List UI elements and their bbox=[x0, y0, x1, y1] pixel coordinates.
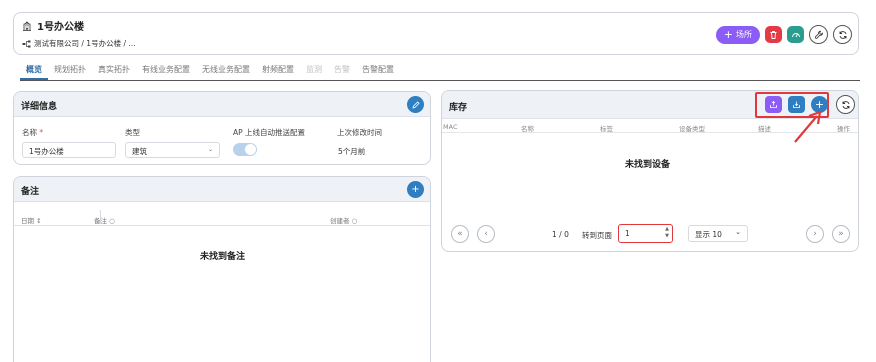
chevron-down-icon: ⌄ bbox=[207, 146, 213, 153]
notes-title: 备注 bbox=[21, 187, 40, 197]
trash-icon bbox=[770, 31, 777, 39]
building-icon bbox=[23, 20, 31, 31]
plus-icon: + bbox=[411, 184, 420, 195]
sort-icon: ○ bbox=[109, 217, 115, 225]
column-header-date[interactable]: 日期 ↕ bbox=[21, 215, 42, 225]
site-header: 1号办公楼 测试有限公司 / 1号办公楼 / ... + 场所 bbox=[13, 12, 859, 55]
column-header-note[interactable]: 备注 ○ bbox=[94, 215, 115, 225]
required-mark: * bbox=[39, 128, 44, 137]
add-site-label: 场所 bbox=[736, 30, 752, 39]
add-site-button[interactable]: + 场所 bbox=[715, 25, 760, 44]
refresh-icon bbox=[842, 100, 849, 109]
page-info: 1 / 0 bbox=[552, 230, 569, 239]
last-modified-value: 5个月前 bbox=[338, 147, 366, 156]
gauge-icon bbox=[791, 33, 800, 38]
delete-site-button[interactable] bbox=[765, 26, 782, 43]
detail-card-header: 详细信息 bbox=[14, 92, 430, 117]
spinner-icon[interactable]: ▲ ▼ bbox=[665, 226, 669, 240]
name-label: 名称 * bbox=[22, 128, 44, 137]
header-actions: + 场所 bbox=[715, 25, 852, 44]
edit-detail-button[interactable] bbox=[407, 96, 424, 113]
sort-icon: ↕ bbox=[36, 217, 42, 225]
type-label: 类型 bbox=[125, 128, 140, 137]
page-size-select[interactable]: 显示 10 ⌄ bbox=[688, 225, 748, 242]
notes-header-divider bbox=[14, 225, 430, 226]
type-select[interactable]: 建筑 ⌄ bbox=[125, 142, 220, 158]
tab-alarms: 告警 bbox=[334, 65, 350, 74]
goto-page-input[interactable]: 1 ▲ ▼ bbox=[618, 224, 673, 243]
next-page-button[interactable]: › bbox=[806, 225, 824, 243]
tab-wired-config[interactable]: 有线业务配置 bbox=[136, 63, 196, 80]
first-page-button[interactable]: « bbox=[451, 225, 469, 243]
plus-icon: + bbox=[723, 27, 733, 41]
column-header-mac[interactable]: MAC bbox=[443, 123, 457, 131]
refresh-button[interactable] bbox=[833, 25, 852, 44]
dashboard-button[interactable] bbox=[787, 26, 804, 43]
last-modified-label: 上次修改时间 bbox=[337, 128, 382, 137]
inventory-refresh-button[interactable] bbox=[836, 95, 855, 114]
annotation-arrow-icon bbox=[794, 110, 822, 143]
goto-page-label: 转到页面 bbox=[582, 231, 612, 240]
tab-overview[interactable]: 概览 bbox=[20, 63, 48, 80]
tab-real-topology[interactable]: 真实拓扑 bbox=[92, 63, 136, 80]
export-icon bbox=[770, 100, 777, 108]
pencil-icon bbox=[411, 100, 420, 109]
detail-card: 详细信息 名称 * 1号办公楼 类型 建筑 ⌄ AP 上线自动推送配置 上次修改… bbox=[13, 91, 431, 165]
double-chevron-left-icon: « bbox=[457, 229, 463, 239]
site-title: 1号办公楼 bbox=[22, 18, 84, 33]
inventory-title: 库存 bbox=[449, 103, 468, 113]
page-size-value: 显示 10 bbox=[695, 230, 722, 239]
chevron-left-icon: ‹ bbox=[484, 229, 488, 239]
site-title-text: 1号办公楼 bbox=[37, 22, 84, 33]
refresh-icon bbox=[839, 30, 846, 39]
last-page-button[interactable]: » bbox=[832, 225, 850, 243]
column-header-creator[interactable]: 创建者 ○ bbox=[330, 215, 357, 225]
tab-monitoring: 监测 bbox=[306, 65, 322, 74]
sitemap-icon bbox=[22, 40, 31, 47]
tab-bar: 概览 规划拓扑 真实拓扑 有线业务配置 无线业务配置 射频配置 监测 告警 告警… bbox=[20, 63, 860, 81]
tab-planned-topology[interactable]: 规划拓扑 bbox=[48, 63, 92, 80]
wrench-icon bbox=[814, 30, 823, 39]
double-chevron-right-icon: » bbox=[838, 229, 844, 239]
inventory-empty-message: 未找到设备 bbox=[625, 160, 671, 170]
chevron-down-icon: ⌄ bbox=[735, 228, 741, 236]
type-select-value: 建筑 bbox=[132, 147, 147, 156]
ap-auto-push-toggle[interactable] bbox=[233, 143, 257, 156]
ap-auto-push-label: AP 上线自动推送配置 bbox=[233, 128, 306, 137]
column-divider bbox=[100, 210, 101, 224]
tools-button[interactable] bbox=[809, 25, 828, 44]
add-note-button[interactable]: + bbox=[407, 181, 424, 198]
goto-page-value: 1 bbox=[625, 229, 630, 238]
toggle-knob bbox=[245, 144, 256, 155]
notes-empty-message: 未找到备注 bbox=[200, 252, 246, 262]
chevron-right-icon: › bbox=[813, 229, 817, 239]
tab-wireless-config[interactable]: 无线业务配置 bbox=[196, 63, 256, 80]
export-button[interactable] bbox=[765, 96, 782, 113]
sort-icon: ○ bbox=[351, 217, 358, 225]
tab-alarm-config[interactable]: 告警配置 bbox=[356, 63, 400, 80]
notes-card-header: 备注 + bbox=[14, 177, 430, 202]
prev-page-button[interactable]: ‹ bbox=[477, 225, 495, 243]
tab-rf-config[interactable]: 射频配置 bbox=[256, 63, 300, 80]
breadcrumb[interactable]: 测试有限公司 / 1号办公楼 / ... bbox=[22, 38, 136, 49]
detail-title: 详细信息 bbox=[21, 102, 58, 112]
name-field[interactable]: 1号办公楼 bbox=[22, 142, 116, 158]
notes-card: 备注 + 日期 ↕ 备注 ○ 创建者 ○ 未找到备注 bbox=[13, 176, 431, 362]
breadcrumb-text[interactable]: 测试有限公司 / 1号办公楼 / ... bbox=[34, 38, 136, 49]
